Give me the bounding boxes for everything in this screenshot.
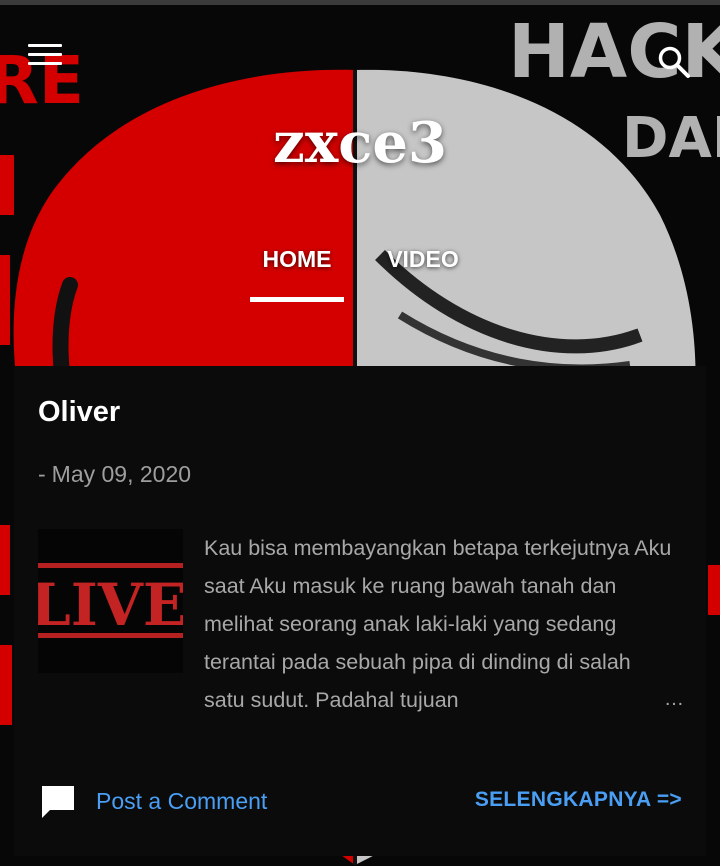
tab-home[interactable]: HOME (250, 246, 344, 302)
post-title[interactable]: Oliver (38, 396, 120, 429)
hamburger-menu-icon[interactable] (28, 44, 62, 72)
post-comment-link[interactable]: Post a Comment (96, 788, 267, 815)
post-date-value: May 09, 2020 (51, 461, 192, 487)
svg-text:LIVER: LIVER (38, 571, 183, 639)
tab-video[interactable]: VIDEO (380, 246, 466, 302)
post-date: - May 09, 2020 (38, 461, 191, 488)
post-snippet: Kau bisa membayangkan betapa terkejutnya… (204, 536, 672, 712)
post-card: Oliver -May 09, 2020 LIVER Kau bisa memb… (14, 366, 706, 856)
read-more-link[interactable]: SELENGKAPNYA => (475, 788, 682, 812)
tab-video-label: VIDEO (387, 246, 459, 272)
nav-tabs: HOME VIDEO (0, 246, 720, 306)
comment-icon[interactable] (40, 784, 76, 820)
site-title[interactable]: zxce3 (0, 110, 720, 176)
active-tab-indicator (250, 297, 344, 302)
search-icon[interactable] (656, 44, 692, 80)
post-thumbnail[interactable]: LIVER (38, 529, 183, 673)
tab-home-label: HOME (262, 246, 332, 272)
snippet-ellipsis: … (664, 688, 684, 710)
post-date-prefix: - (38, 461, 46, 487)
